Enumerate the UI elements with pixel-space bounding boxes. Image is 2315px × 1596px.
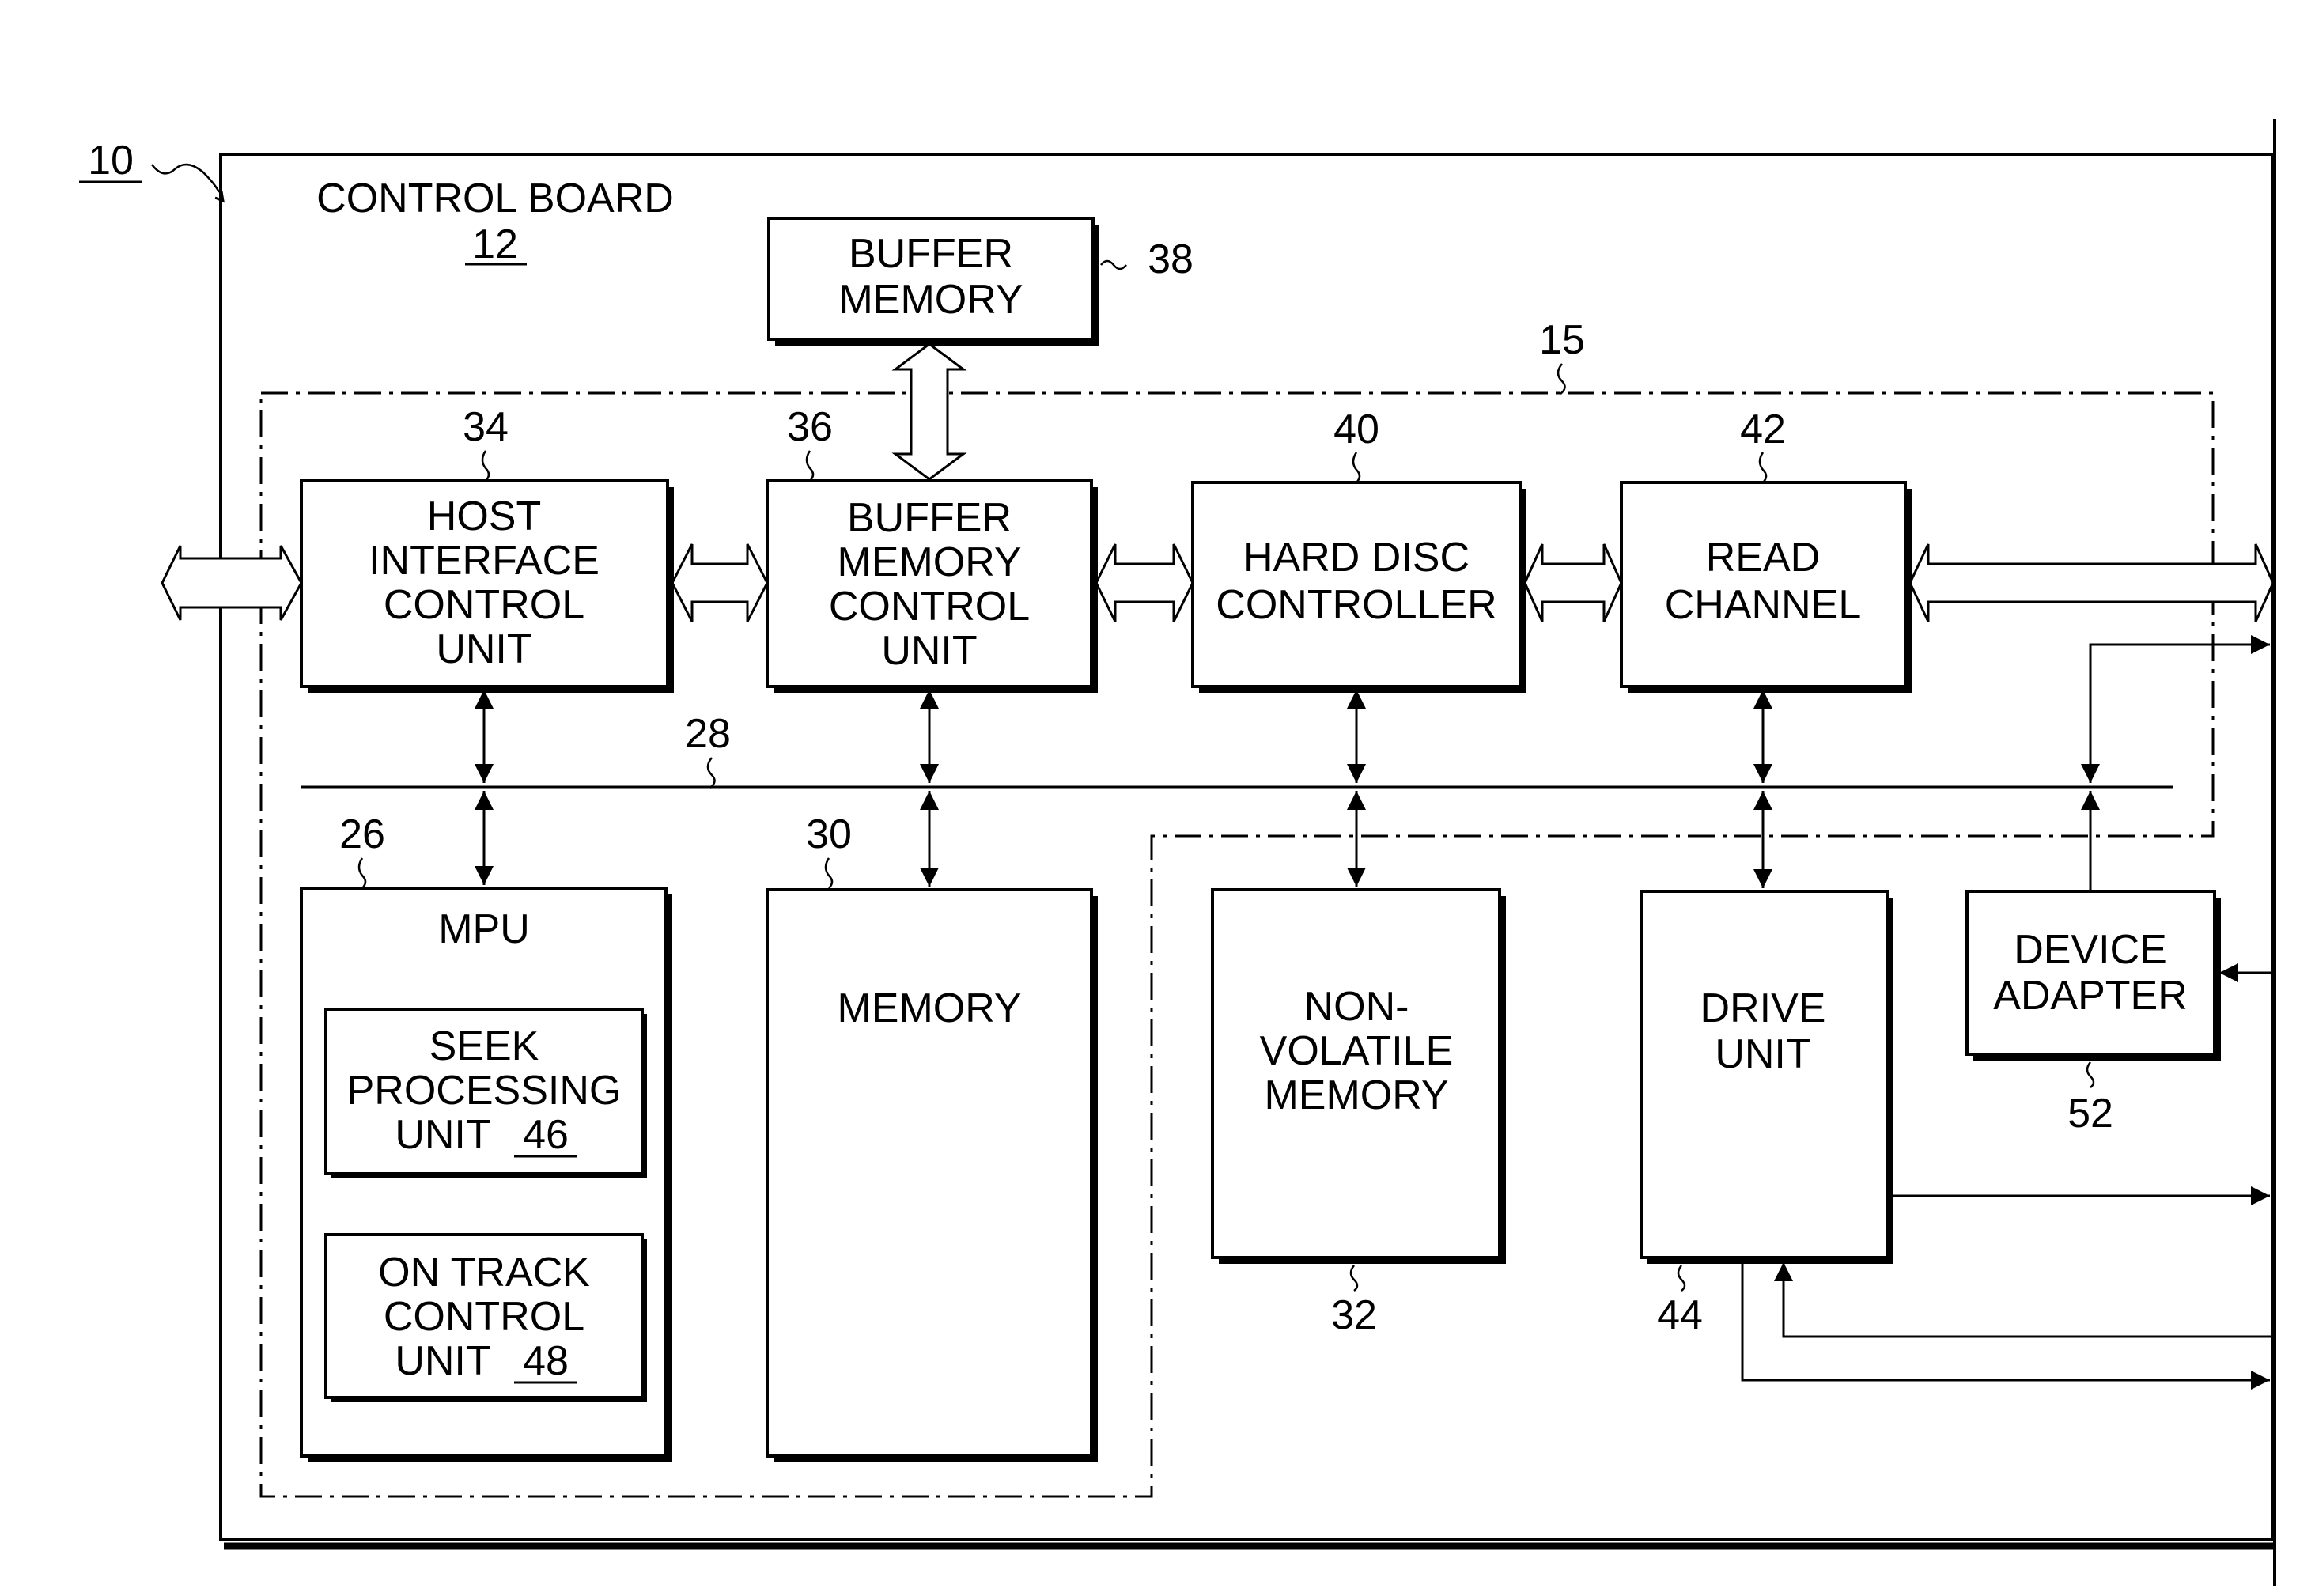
block-ref-number: 48 — [523, 1338, 569, 1384]
block-label: CHANNEL — [1665, 582, 1862, 628]
block-label: MEMORY — [837, 985, 1021, 1031]
buffer-memory-arrow-icon — [891, 342, 967, 481]
drive-output-link-2 — [1741, 1262, 2270, 1390]
system-ref-label: 10 — [79, 138, 225, 203]
block-ref-number: 38 — [1148, 236, 1193, 282]
block-label: MEMORY — [837, 539, 1021, 585]
block-label: INTERFACE — [369, 538, 600, 584]
bus-ref-number: 28 — [685, 711, 731, 757]
block-label: HOST — [427, 494, 541, 539]
block-label: BUFFER — [847, 495, 1012, 541]
block-ref-number: 40 — [1333, 407, 1379, 452]
block-label: UNIT — [436, 626, 531, 672]
host-data-arrow-icon — [161, 545, 303, 621]
readchannel-external-arrow-icon — [1908, 543, 2275, 622]
leader-line — [2086, 1061, 2095, 1088]
drive-unit-block: DRIVE UNIT 44 — [1640, 890, 1893, 1338]
non-volatile-memory-block: NON- VOLATILE MEMORY 32 — [1211, 888, 1506, 1338]
block-label: UNIT — [395, 1338, 490, 1384]
block-label: MEMORY — [838, 277, 1023, 323]
on-track-control-unit-block: ON TRACK CONTROL UNIT 48 — [324, 1233, 647, 1402]
leader-line — [1557, 363, 1566, 395]
block-label: UNIT — [1715, 1031, 1810, 1077]
block-label: CONTROLLER — [1216, 582, 1496, 628]
region-ref-number: 15 — [1539, 317, 1585, 363]
read-channel-block: READ CHANNEL 42 — [1620, 407, 1912, 693]
block-label: NON- — [1304, 984, 1409, 1030]
block-ref-number: 52 — [2067, 1091, 2113, 1136]
block-label: CONTROL — [829, 584, 1030, 630]
block-ref-number: 44 — [1657, 1292, 1703, 1338]
buffer-hdc-arrow-icon — [1095, 543, 1194, 622]
block-ref-number: 34 — [463, 404, 509, 450]
hdc-readchannel-arrow-icon — [1523, 543, 1623, 622]
control-board-title: CONTROL BOARD — [316, 176, 674, 221]
block-label: ADAPTER — [1993, 973, 2188, 1019]
block-label: READ — [1706, 535, 1820, 581]
leader-line — [706, 757, 716, 789]
leader-line — [151, 163, 221, 193]
memory-block: MEMORY 30 — [766, 811, 1098, 1462]
control-board-ref: 12 — [472, 221, 518, 267]
block-ref-number: 42 — [1740, 407, 1786, 452]
leader-line — [805, 450, 815, 482]
block-label: DEVICE — [2014, 927, 2167, 973]
internal-bus-28: 28 — [301, 711, 2173, 789]
block-ref-number: 26 — [339, 811, 385, 857]
mpu-block: MPU 26 SEEK PROCESSING UNIT 46 ON TRACK … — [300, 811, 672, 1462]
block-label: CONTROL — [384, 1294, 584, 1340]
leader-line — [1349, 1265, 1359, 1292]
buffer-memory-block: BUFFER MEMORY 38 — [767, 217, 1193, 346]
block-label: CONTROL — [384, 582, 584, 628]
block-label: MPU — [438, 906, 530, 952]
block-ref-number: 36 — [787, 404, 833, 450]
hard-disc-controller-block: HARD DISC CONTROLLER 40 — [1191, 407, 1526, 693]
device-adapter-block: DEVICE ADAPTER 52 — [1965, 890, 2221, 1136]
block-ref-number: 32 — [1331, 1292, 1377, 1338]
block-label: SEEK — [429, 1023, 539, 1069]
block-label: UNIT — [881, 628, 977, 674]
block-ref-number: 30 — [806, 811, 852, 857]
drive-input-link — [1774, 1262, 2273, 1338]
block-label: MEMORY — [1264, 1072, 1448, 1118]
block-ref-number: 46 — [523, 1112, 569, 1158]
leader-line — [1352, 452, 1361, 483]
block-label: VOLATILE — [1260, 1028, 1454, 1074]
leader-line — [824, 857, 834, 889]
block-label: ON TRACK — [378, 1250, 590, 1295]
block-label: PROCESSING — [347, 1068, 622, 1114]
block-diagram: 10 CONTROL BOARD 12 15 28 BUFFER MEMORY … — [79, 119, 2276, 1586]
host-interface-block: HOST INTERFACE CONTROL UNIT 34 — [300, 404, 674, 693]
leader-line — [481, 450, 490, 482]
block-label: DRIVE — [1700, 985, 1826, 1031]
block-label: UNIT — [395, 1112, 490, 1158]
system-ref-number: 10 — [88, 138, 134, 183]
leader-line — [357, 857, 367, 889]
leader-line — [1100, 259, 1127, 270]
adapter-external-link — [2081, 635, 2270, 783]
seek-processing-unit-block: SEEK PROCESSING UNIT 46 — [324, 1008, 647, 1178]
leader-line — [1758, 452, 1768, 483]
leader-line — [1677, 1265, 1686, 1292]
block-label: BUFFER — [849, 231, 1013, 277]
host-buffer-arrow-icon — [671, 543, 769, 622]
block-label: HARD DISC — [1243, 535, 1470, 581]
